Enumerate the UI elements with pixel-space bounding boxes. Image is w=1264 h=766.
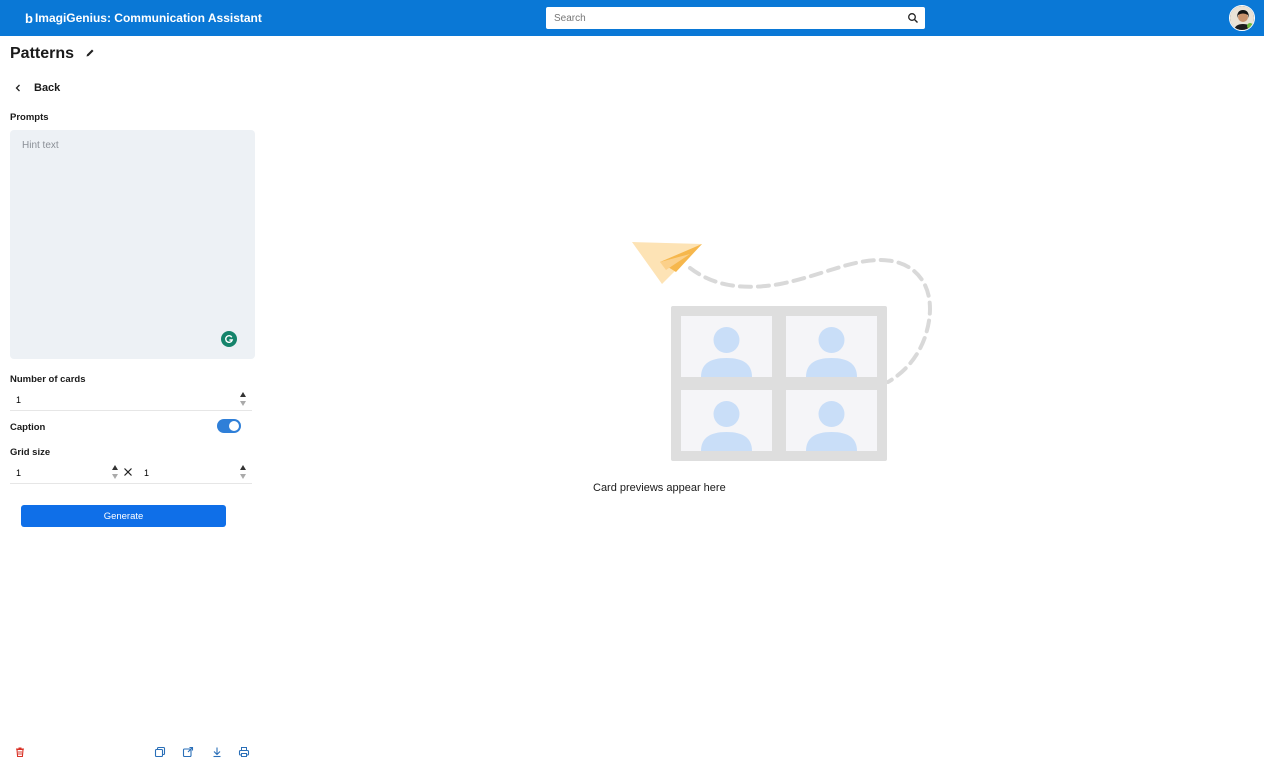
caption-label: Caption	[10, 422, 46, 433]
increment-arrow-icon[interactable]	[240, 392, 246, 397]
chevron-left-icon	[15, 84, 20, 92]
pencil-icon[interactable]	[85, 48, 95, 58]
grammarly-icon[interactable]	[221, 331, 237, 347]
generate-button[interactable]: Generate	[21, 505, 226, 527]
times-icon	[124, 468, 132, 476]
export-icon[interactable]	[182, 746, 194, 758]
grid-cols-input[interactable]	[138, 463, 232, 483]
decrement-arrow-icon[interactable]	[240, 474, 246, 479]
number-of-cards-input[interactable]	[10, 390, 232, 410]
avatar-image	[1230, 6, 1254, 30]
toggle-knob	[229, 421, 239, 431]
empty-state-message: Card previews appear here	[593, 482, 726, 494]
back-button[interactable]: Back	[14, 80, 60, 96]
grammarly-glyph	[225, 335, 234, 344]
bing-logo-icon: b	[25, 10, 33, 26]
top-bar: b ImagiGenius: Communication Assistant	[0, 0, 1264, 36]
paper-plane-icon	[632, 242, 702, 284]
increment-arrow-icon[interactable]	[112, 465, 118, 470]
grid-cols-stepper[interactable]	[238, 462, 248, 482]
decrement-arrow-icon[interactable]	[240, 401, 246, 406]
card-preview-illustration	[632, 242, 932, 461]
grid-cols-field[interactable]	[138, 463, 232, 483]
page-title: Patterns	[10, 45, 75, 62]
number-of-cards-label: Number of cards	[10, 374, 86, 385]
search-input[interactable]	[546, 7, 901, 29]
prompts-input[interactable]	[10, 130, 255, 359]
search-box[interactable]	[546, 7, 925, 29]
caption-toggle[interactable]	[217, 419, 241, 433]
user-avatar[interactable]	[1229, 5, 1255, 31]
download-icon[interactable]	[211, 746, 223, 758]
app-title: ImagiGenius: Communication Assistant	[34, 11, 262, 25]
copy-icon[interactable]	[154, 746, 166, 758]
card-placeholder	[681, 390, 772, 451]
search-icon[interactable]	[907, 12, 919, 24]
prompts-label: Prompts	[10, 112, 49, 123]
grid-size-label: Grid size	[10, 447, 51, 458]
increment-arrow-icon[interactable]	[240, 465, 246, 470]
number-of-cards-stepper[interactable]	[238, 389, 248, 409]
grid-rows-stepper[interactable]	[110, 462, 120, 482]
grid-rows-field[interactable]	[10, 463, 106, 483]
card-placeholder	[681, 316, 772, 377]
field-divider	[10, 410, 252, 411]
back-label: Back	[34, 82, 61, 94]
number-of-cards-field[interactable]	[10, 390, 232, 410]
decrement-arrow-icon[interactable]	[112, 474, 118, 479]
grid-rows-input[interactable]	[10, 463, 106, 483]
card-placeholder	[786, 390, 877, 451]
prompts-box[interactable]	[10, 130, 255, 359]
trash-icon[interactable]	[14, 746, 26, 758]
field-divider	[10, 483, 252, 484]
app-brand[interactable]: b ImagiGenius: Communication Assistant	[25, 10, 262, 26]
card-placeholder	[786, 316, 877, 377]
print-icon[interactable]	[238, 746, 250, 758]
